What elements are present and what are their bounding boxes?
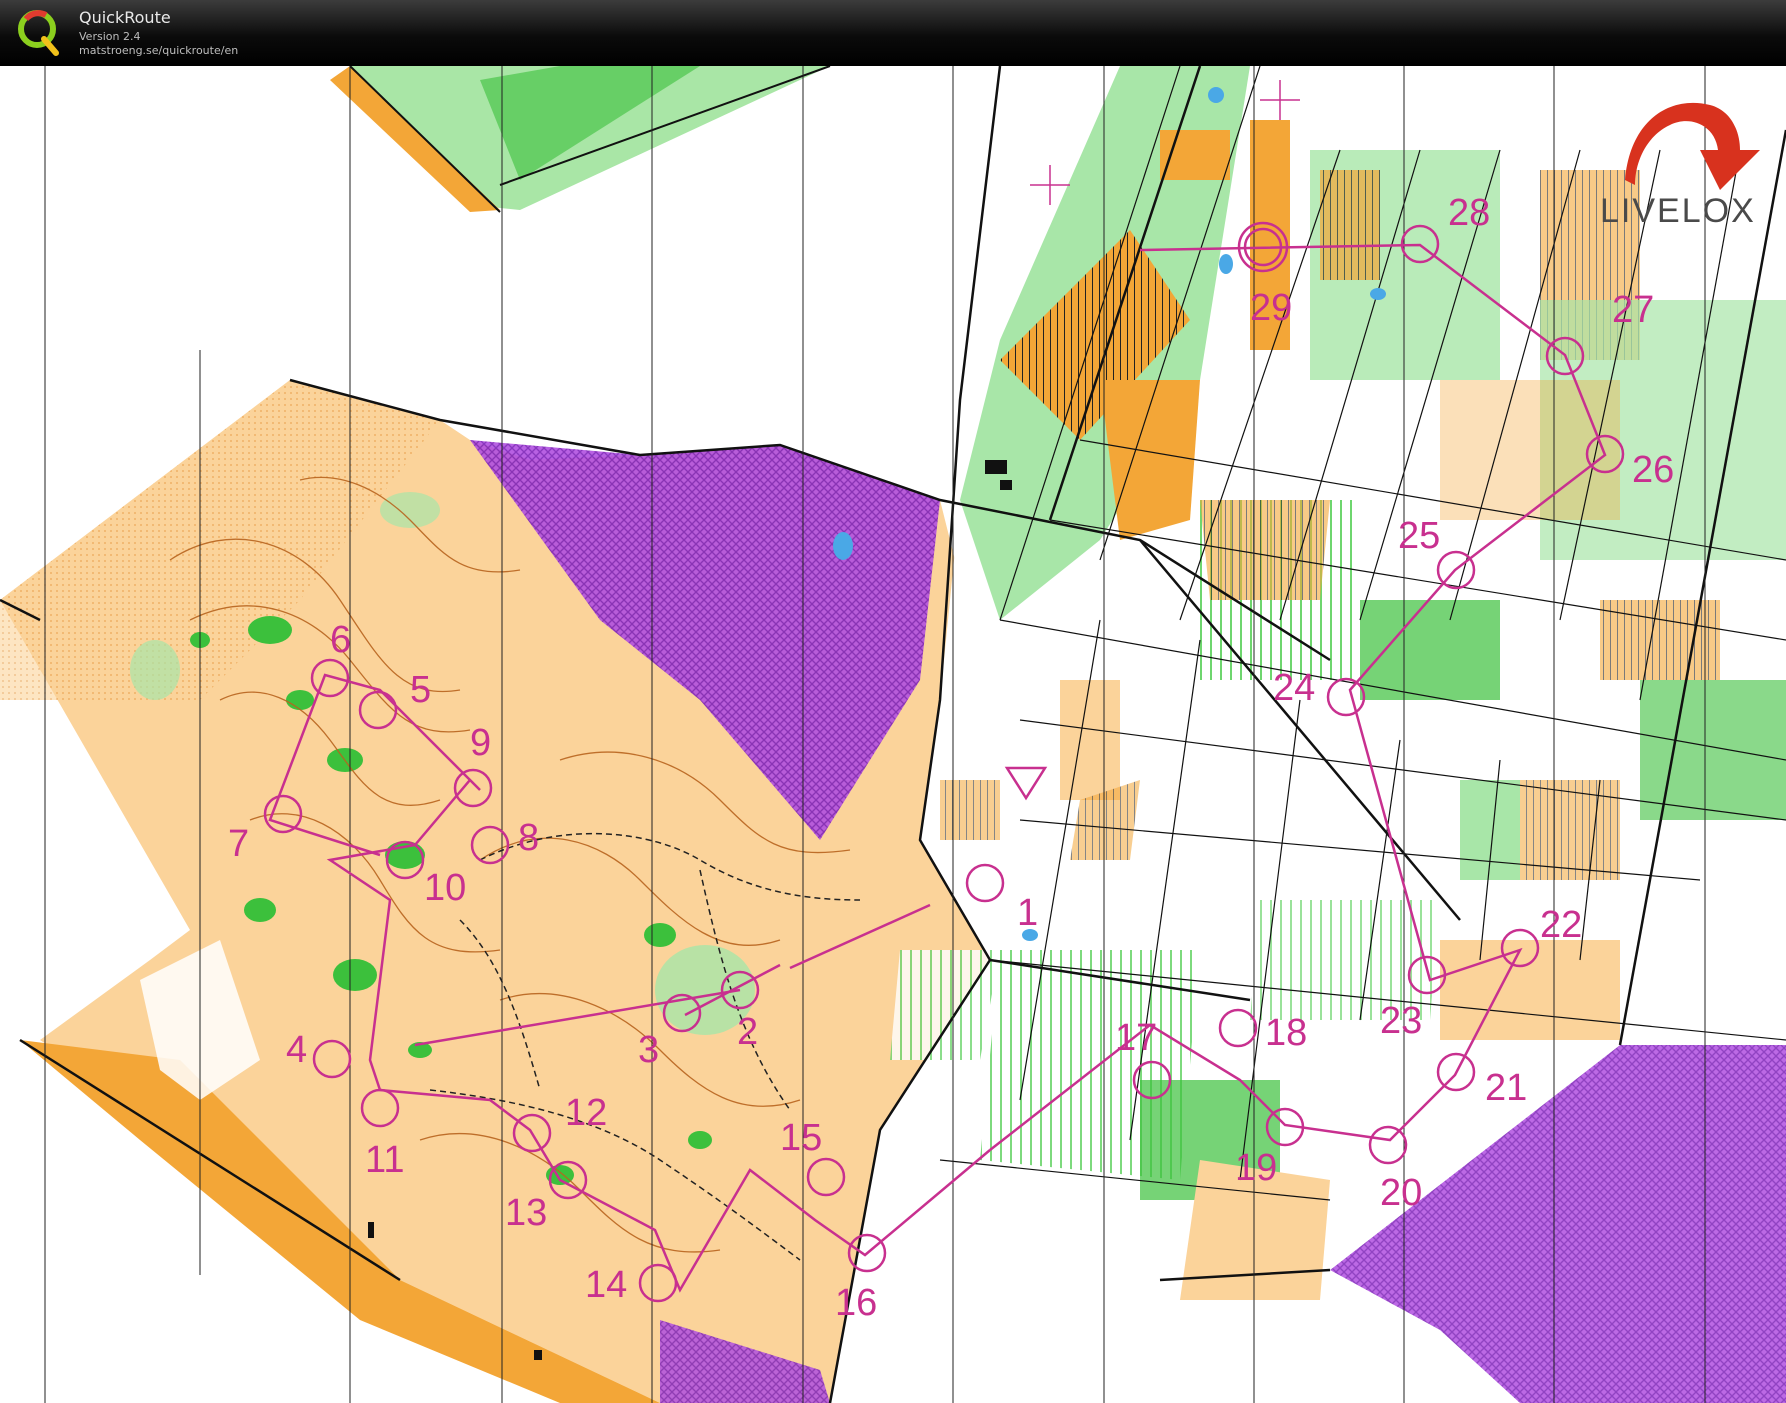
control-label-17: 17 <box>1115 1017 1157 1059</box>
control-label-24: 24 <box>1273 667 1315 709</box>
app-url[interactable]: matstroeng.se/quickroute/en <box>79 44 238 57</box>
control-label-21: 21 <box>1485 1067 1527 1109</box>
control-label-28: 28 <box>1448 192 1490 234</box>
control-label-16: 16 <box>835 1282 877 1324</box>
quickroute-logo-icon <box>18 10 59 56</box>
finish-label: 29 <box>1250 287 1292 329</box>
control-label-12: 12 <box>565 1092 607 1134</box>
control-label-25: 25 <box>1398 515 1440 557</box>
control-label-2: 2 <box>737 1011 758 1053</box>
app-title: QuickRoute <box>79 8 171 27</box>
control-label-8: 8 <box>518 817 539 859</box>
control-label-7: 7 <box>228 823 249 865</box>
control-label-19: 19 <box>1235 1147 1277 1189</box>
control-label-4: 4 <box>286 1029 307 1071</box>
control-label-26: 26 <box>1632 449 1674 491</box>
control-label-5: 5 <box>410 669 431 711</box>
control-label-6: 6 <box>330 619 351 661</box>
control-label-13: 13 <box>505 1192 547 1234</box>
app-version: Version 2.4 <box>79 30 141 43</box>
livelox-text: LIVELOX <box>1600 192 1756 230</box>
control-label-23: 23 <box>1380 1000 1422 1042</box>
control-label-18: 18 <box>1265 1012 1307 1054</box>
control-label-27: 27 <box>1612 289 1654 331</box>
title-bar: QuickRoute Version 2.4 matstroeng.se/qui… <box>0 0 1786 67</box>
control-label-15: 15 <box>780 1117 822 1159</box>
orienteering-map[interactable]: 1 2 3 4 5 6 7 8 9 10 11 12 13 14 15 16 1… <box>0 66 1786 1403</box>
map-strip-north-west <box>330 66 831 213</box>
control-label-10: 10 <box>424 867 466 909</box>
control-label-11: 11 <box>365 1139 404 1181</box>
control-label-3: 3 <box>638 1029 659 1071</box>
map-canvas[interactable]: 1 2 3 4 5 6 7 8 9 10 11 12 13 14 15 16 1… <box>0 66 1786 1403</box>
control-label-20: 20 <box>1380 1172 1422 1214</box>
control-label-22: 22 <box>1540 904 1582 946</box>
control-label-1: 1 <box>1017 892 1038 934</box>
control-label-14: 14 <box>585 1264 627 1306</box>
control-label-9: 9 <box>470 722 491 764</box>
